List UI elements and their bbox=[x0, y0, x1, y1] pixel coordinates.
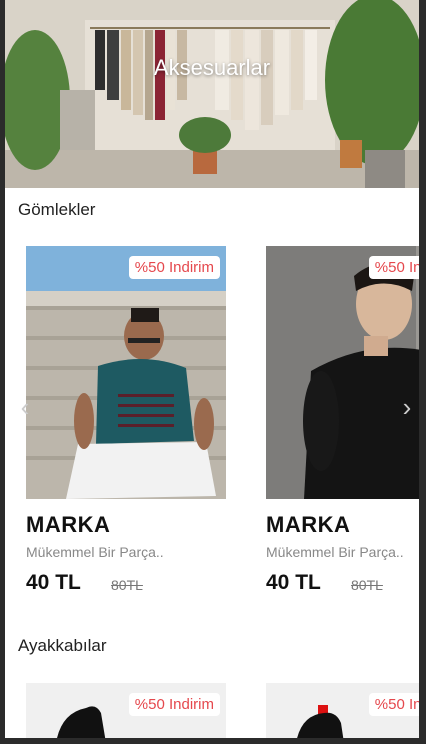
product-card[interactable]: %50 Indirim MARKA Mükemmel Bir Parça.. 4… bbox=[26, 246, 226, 594]
banner-title: Aksesuarlar bbox=[153, 55, 271, 80]
chevron-right-icon[interactable]: › bbox=[399, 392, 415, 422]
product-image[interactable]: %50 Indirim bbox=[26, 683, 226, 738]
product-image[interactable]: %50 Indirim bbox=[266, 683, 419, 738]
product-price: 40 TL bbox=[266, 571, 321, 594]
chevron-left-icon[interactable]: ‹ bbox=[17, 392, 33, 422]
product-description: Mükemmel Bir Parça.. bbox=[26, 544, 164, 560]
product-image[interactable]: %50 Indirim bbox=[266, 246, 419, 499]
section-title-shoes: Ayakkabılar bbox=[18, 636, 107, 655]
discount-badge: %50 Indirim bbox=[368, 693, 419, 716]
product-card[interactable]: %50 Indirim bbox=[266, 683, 419, 738]
product-price: 40 TL bbox=[26, 571, 81, 594]
product-old-price: 80TL bbox=[351, 577, 383, 593]
product-brand: MARKA bbox=[26, 512, 111, 537]
product-description: Mükemmel Bir Parça.. bbox=[266, 544, 404, 560]
product-card[interactable]: %50 Indirim MARKA Mükemmel Bir Parça.. 4… bbox=[266, 246, 419, 594]
product-card[interactable]: %50 Indirim bbox=[26, 683, 226, 738]
app-frame: Aksesuarlar Gömlekler %50 Indirim MARKA … bbox=[5, 0, 419, 738]
category-banner[interactable]: Aksesuarlar bbox=[5, 0, 419, 188]
product-old-price: 80TL bbox=[111, 577, 143, 593]
product-brand: MARKA bbox=[266, 512, 351, 537]
product-image[interactable]: %50 Indirim bbox=[26, 246, 226, 499]
discount-badge: %50 Indirim bbox=[368, 256, 419, 279]
product-carousel-shoes[interactable]: %50 Indirim %50 Indirim bbox=[5, 683, 419, 738]
discount-badge: %50 Indirim bbox=[128, 693, 220, 716]
discount-badge: %50 Indirim bbox=[128, 256, 220, 279]
product-carousel-shirts[interactable]: %50 Indirim MARKA Mükemmel Bir Parça.. 4… bbox=[5, 246, 419, 596]
banner-image bbox=[5, 0, 419, 188]
section-title-shirts: Gömlekler bbox=[18, 200, 96, 219]
